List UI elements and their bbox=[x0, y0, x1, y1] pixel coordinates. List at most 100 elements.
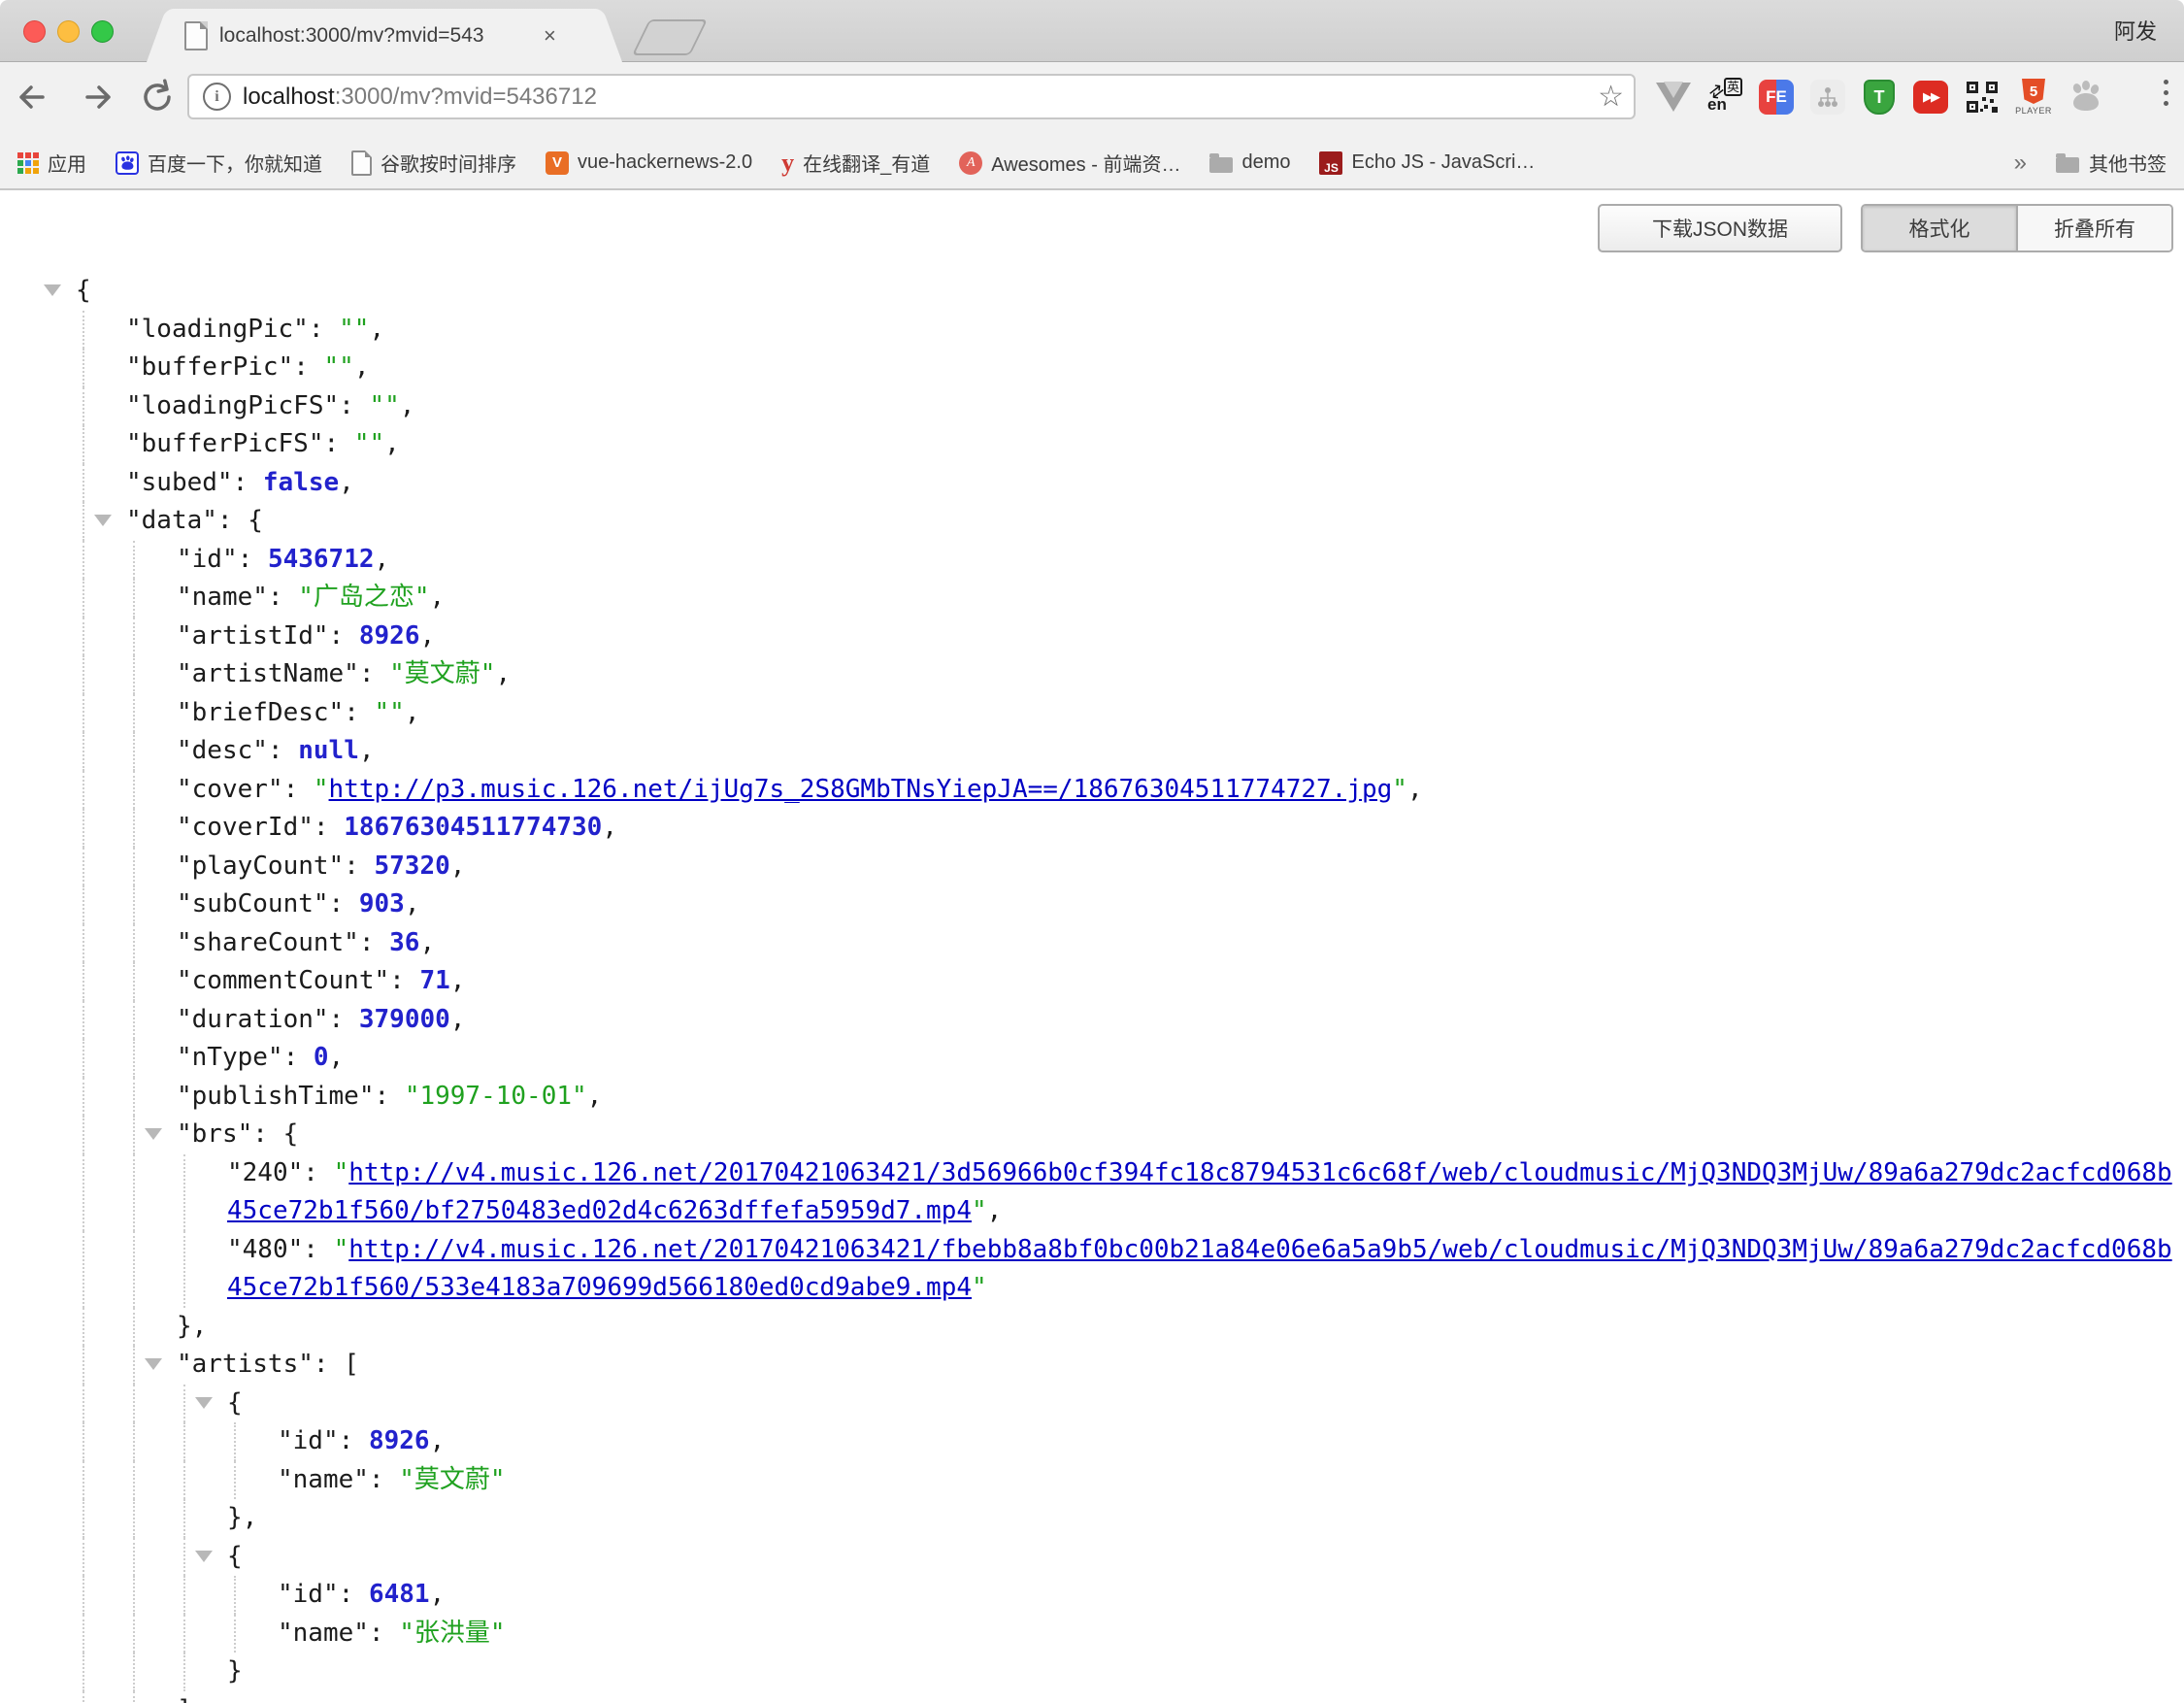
collapse-arrow-icon[interactable] bbox=[145, 1358, 162, 1370]
json-line: "desc": null, bbox=[0, 732, 2178, 771]
json-token: "240" bbox=[227, 1158, 303, 1187]
collapse-arrow-icon[interactable] bbox=[195, 1397, 213, 1409]
indent-guide bbox=[83, 579, 84, 618]
minimize-window-button[interactable] bbox=[57, 20, 80, 43]
collapse-arrow-icon[interactable] bbox=[195, 1551, 213, 1562]
json-token: "shareCount" bbox=[177, 928, 359, 957]
tampermonkey-icon[interactable]: T bbox=[1862, 78, 1897, 117]
indent-guide bbox=[83, 1078, 84, 1117]
json-token: : bbox=[324, 429, 354, 458]
folder-icon bbox=[1209, 157, 1233, 173]
json-token: " bbox=[972, 1273, 987, 1302]
page-icon bbox=[351, 150, 372, 176]
browser-menu-icon[interactable] bbox=[2164, 80, 2168, 106]
indent-guide bbox=[83, 1499, 84, 1538]
json-token: "desc" bbox=[177, 736, 268, 765]
url-link[interactable]: http://p3.music.126.net/ijUg7s_2S8GMbTNs… bbox=[329, 775, 1393, 804]
sitemap-extension-icon[interactable] bbox=[1810, 78, 1845, 117]
tab-close-icon[interactable]: × bbox=[544, 25, 556, 47]
zoom-window-button[interactable] bbox=[91, 20, 114, 43]
json-token: , bbox=[359, 736, 375, 765]
collapse-arrow-icon[interactable] bbox=[94, 515, 112, 526]
indent-guide bbox=[133, 924, 135, 963]
page-favicon-icon bbox=[184, 21, 208, 50]
apps-grid-icon bbox=[17, 152, 39, 174]
json-line: "nType": 0, bbox=[0, 1039, 2178, 1078]
bookmark-item-vue-hackernews[interactable]: V vue-hackernews-2.0 bbox=[546, 151, 752, 175]
format-button[interactable]: 格式化 bbox=[1863, 206, 2016, 250]
indent-guide bbox=[133, 732, 135, 771]
html5-player-icon[interactable]: 5PLAYER bbox=[2016, 78, 2051, 117]
json-line: "id": 8926, bbox=[0, 1422, 2178, 1461]
json-token: "莫文蔚" bbox=[389, 659, 495, 688]
fe-extension-icon[interactable]: FE bbox=[1759, 78, 1794, 117]
indent-guide bbox=[83, 771, 84, 810]
new-tab-button[interactable] bbox=[632, 19, 708, 55]
json-line: "subCount": 903, bbox=[0, 885, 2178, 924]
collapse-all-button[interactable]: 折叠所有 bbox=[2016, 206, 2171, 250]
indent-guide bbox=[83, 1308, 84, 1347]
bookmark-item-echojs[interactable]: JS Echo JS - JavaScri… bbox=[1319, 151, 1535, 175]
bookmark-item-awesomes[interactable]: A Awesomes - 前端资… bbox=[959, 149, 1180, 177]
bookmark-item-apps[interactable]: 应用 bbox=[17, 149, 86, 177]
reload-button[interactable] bbox=[138, 78, 177, 117]
url-input[interactable]: localhost:3000/mv?mvid=5436712 bbox=[243, 83, 597, 111]
json-token: 379000 bbox=[359, 1005, 450, 1034]
address-bar[interactable]: i localhost:3000/mv?mvid=5436712 ☆ bbox=[187, 74, 1636, 119]
tab-title: localhost:3000/mv?mvid=543 bbox=[219, 24, 540, 48]
indent-guide bbox=[83, 1385, 84, 1423]
bookmarks-overflow-chevron[interactable]: » bbox=[2014, 150, 2027, 177]
vue-orange-icon: V bbox=[546, 151, 569, 175]
json-line: "duration": 379000, bbox=[0, 1001, 2178, 1040]
indent-guide bbox=[133, 1615, 135, 1653]
forward-button[interactable] bbox=[76, 81, 116, 114]
other-bookmarks[interactable]: 其他书签 bbox=[2056, 149, 2167, 177]
indent-guide bbox=[83, 502, 84, 541]
json-line: }, bbox=[0, 1499, 2178, 1538]
indent-guide bbox=[133, 694, 135, 733]
bookmark-item-google-sort[interactable]: 谷歌按时间排序 bbox=[351, 149, 516, 177]
indent-guide bbox=[133, 771, 135, 810]
collapse-arrow-icon[interactable] bbox=[44, 284, 61, 296]
indent-guide bbox=[83, 1422, 84, 1461]
indent-guide bbox=[133, 618, 135, 656]
bookmark-item-baidu[interactable]: 百度一下，你就知道 bbox=[116, 149, 322, 177]
json-line: "loadingPicFS": "", bbox=[0, 387, 2178, 426]
json-line: } bbox=[0, 1653, 2178, 1691]
bookmark-item-youdao-translate[interactable]: y 在线翻译_有道 bbox=[781, 149, 930, 177]
profile-name[interactable]: 阿发 bbox=[2114, 15, 2157, 46]
page-info-icon[interactable]: i bbox=[203, 83, 231, 111]
json-token: : bbox=[329, 621, 359, 651]
bookmark-item-demo[interactable]: demo bbox=[1209, 151, 1290, 174]
back-button[interactable] bbox=[14, 81, 54, 114]
indent-guide bbox=[133, 655, 135, 694]
vue-devtools-icon[interactable] bbox=[1656, 78, 1691, 117]
indent-guide bbox=[83, 1001, 84, 1040]
qrcode-extension-icon[interactable] bbox=[1965, 78, 2000, 117]
crawler-paw-icon[interactable] bbox=[2068, 78, 2102, 117]
youdao-translate-icon[interactable]: ⇄en英 bbox=[1707, 78, 1742, 117]
json-token: 57320 bbox=[375, 852, 450, 881]
bookmark-star-icon[interactable]: ☆ bbox=[1598, 80, 1624, 114]
json-token: "" bbox=[375, 698, 405, 727]
url-link[interactable]: http://v4.music.126.net/20170421063421/f… bbox=[227, 1235, 2172, 1303]
active-tab[interactable]: localhost:3000/mv?mvid=543 × bbox=[173, 9, 596, 62]
url-link[interactable]: http://v4.music.126.net/20170421063421/3… bbox=[227, 1158, 2172, 1226]
video-downloader-icon[interactable]: ▶▶ bbox=[1913, 78, 1948, 117]
json-line: "name": "广岛之恋", bbox=[0, 579, 2178, 618]
collapse-arrow-icon[interactable] bbox=[145, 1128, 162, 1140]
indent-guide bbox=[83, 924, 84, 963]
json-token: , bbox=[987, 1196, 1003, 1225]
json-token: "commentCount" bbox=[177, 966, 389, 995]
close-window-button[interactable] bbox=[23, 20, 46, 43]
json-line: "publishTime": "1997-10-01", bbox=[0, 1078, 2178, 1117]
json-token: "张洪量" bbox=[399, 1619, 505, 1648]
json-token: " bbox=[334, 1235, 349, 1264]
json-line: "id": 6481, bbox=[0, 1576, 2178, 1615]
indent-guide bbox=[133, 848, 135, 886]
indent-guide bbox=[83, 1691, 84, 1703]
json-token: "data" bbox=[126, 506, 217, 535]
json-token: 36 bbox=[389, 928, 419, 957]
download-json-button[interactable]: 下载JSON数据 bbox=[1598, 204, 1842, 252]
json-token: : bbox=[268, 736, 298, 765]
